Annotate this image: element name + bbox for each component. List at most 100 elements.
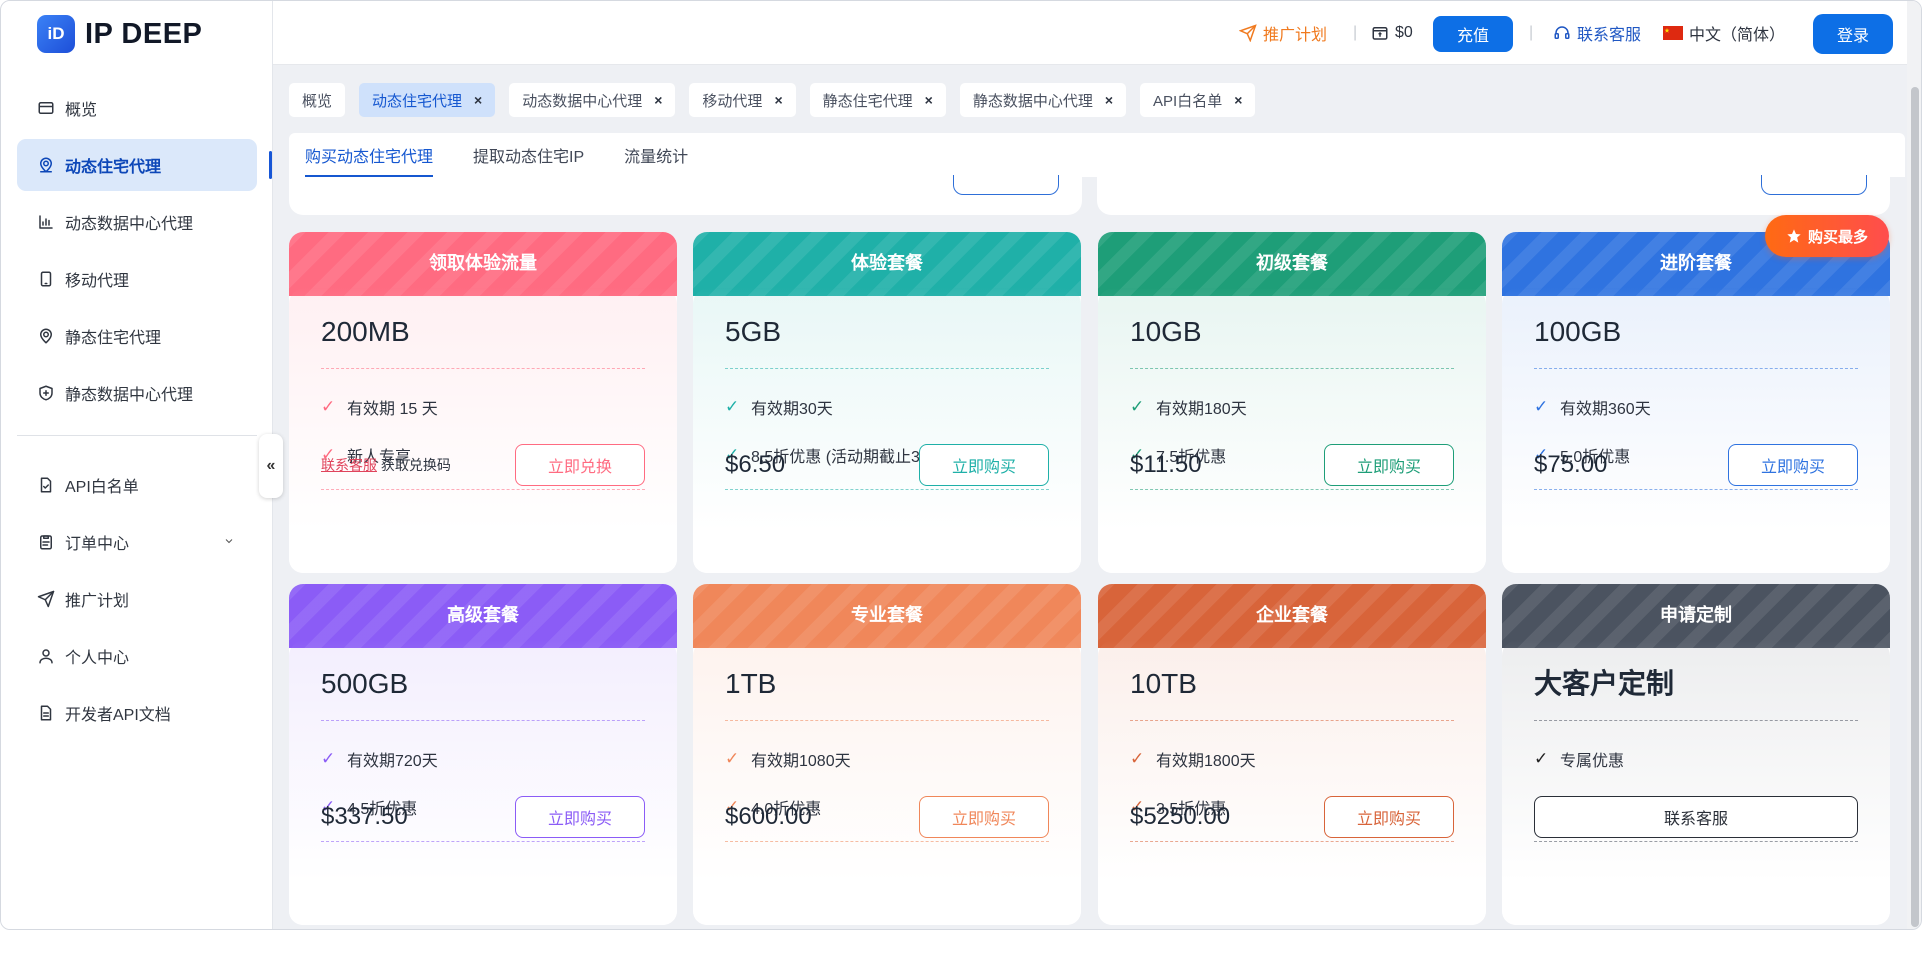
plan-footer: $337.50 立即购买	[321, 795, 645, 839]
plan-feature: ✓ 有效期720天	[321, 749, 645, 770]
peek-button-edge	[953, 175, 1059, 195]
close-icon[interactable]: ×	[474, 92, 482, 108]
divider	[725, 368, 1049, 369]
divider	[1534, 489, 1858, 490]
subtab-3[interactable]: 流量统计	[624, 133, 688, 177]
subtab-2[interactable]: 提取动态住宅IP	[473, 133, 584, 177]
sidebar-item-1[interactable]: 概览	[17, 82, 257, 134]
close-icon[interactable]: ×	[774, 92, 782, 108]
tab-3[interactable]: 动态数据中心代理 ×	[509, 83, 676, 117]
clipboard-icon	[37, 533, 55, 551]
tab-label: 移动代理	[702, 92, 763, 110]
sidebar-item-3[interactable]: 推广计划	[17, 573, 257, 625]
brand-name: IP DEEP	[85, 17, 203, 50]
shield-icon	[37, 384, 55, 402]
plan-price: $75.00	[1534, 451, 1608, 478]
support-link[interactable]: 联系客服	[1553, 1, 1641, 65]
plan-body: 10TB ✓ 有效期1800天 ✓ 3.5折优惠	[1098, 640, 1486, 925]
sidebar-item-3[interactable]: 动态数据中心代理	[17, 196, 257, 248]
sidebar-item-2[interactable]: 订单中心	[17, 516, 257, 568]
feature-text: 有效期180天	[1156, 401, 1247, 418]
recharge-button[interactable]: 充值	[1433, 16, 1513, 52]
plan-title: 领取体验流量	[289, 232, 677, 296]
divider	[725, 489, 1049, 490]
chevron-down-icon	[223, 534, 235, 552]
plan-footer: $5250.00 立即购买	[1130, 795, 1454, 839]
sidebar-item-5[interactable]: 开发者API文档	[17, 687, 257, 739]
close-icon[interactable]: ×	[925, 92, 933, 108]
feature-text: 有效期1080天	[751, 753, 851, 770]
close-icon[interactable]: ×	[1105, 92, 1113, 108]
plan-footer: $11.50 立即购买	[1130, 443, 1454, 487]
tab-7[interactable]: API白名单 ×	[1140, 83, 1256, 117]
balance-value: $0	[1395, 24, 1413, 41]
buy-button[interactable]: 立即购买	[1324, 444, 1454, 486]
buy-button[interactable]: 立即购买	[1324, 796, 1454, 838]
plan-footer: 联系客服 获取兑换码 立即兑换	[321, 443, 645, 487]
tab-2[interactable]: 动态住宅代理 ×	[359, 83, 496, 117]
sidebar-item-4[interactable]: 个人中心	[17, 630, 257, 682]
divider	[1130, 368, 1454, 369]
tab-4[interactable]: 移动代理 ×	[689, 83, 796, 117]
sidebar-item-5[interactable]: 静态住宅代理	[17, 310, 257, 362]
sidebar-item-6[interactable]: 静态数据中心代理	[17, 367, 257, 419]
sidebar-item-label: 动态住宅代理	[65, 159, 162, 176]
feature-text: 专属优惠	[1560, 753, 1625, 770]
contact-sales-button[interactable]: 联系客服	[1534, 796, 1858, 838]
separator: |	[1353, 24, 1358, 41]
tab-5[interactable]: 静态住宅代理 ×	[809, 83, 946, 117]
check-icon: ✓	[1130, 749, 1145, 768]
close-icon[interactable]: ×	[654, 92, 662, 108]
buy-button[interactable]: 立即兑换	[515, 444, 645, 486]
plan-title: 高级套餐	[289, 584, 677, 648]
plan-feature: ✓ 有效期360天	[1534, 397, 1858, 418]
login-button[interactable]: 登录	[1813, 14, 1893, 54]
wallet-icon	[1372, 27, 1388, 40]
buy-button[interactable]: 立即购买	[919, 796, 1049, 838]
buy-button[interactable]: 立即购买	[515, 796, 645, 838]
plan-price: $11.50	[1130, 451, 1202, 478]
language-select[interactable]: 中文（简体）	[1663, 1, 1785, 65]
buy-button[interactable]: 立即购买	[919, 444, 1049, 486]
sidebar-item-4[interactable]: 移动代理	[17, 253, 257, 305]
plan-body: 10GB ✓ 有效期180天 ✓ 7.5折优惠	[1098, 288, 1486, 573]
plan-amount: 1TB	[725, 668, 777, 699]
logo-icon: iD	[37, 15, 75, 53]
redeem-hint: 联系客服 获取兑换码	[321, 455, 451, 475]
plan-card: 高级套餐 500GB ✓ 有效期720天 ✓ 4.5折优惠 $337.50 立即购买	[289, 584, 677, 925]
plan-card: 体验套餐 5GB ✓ 有效期30天 ✓ 8.5折优惠 (活动期截止3.1日) $6.50 立即…	[693, 232, 1081, 573]
sidebar-item-label: 动态数据中心代理	[65, 216, 194, 233]
tab-1[interactable]: 概览	[289, 83, 346, 117]
sidebar-item-1[interactable]: API白名单	[17, 459, 257, 511]
buy-button[interactable]: 立即购买	[1728, 444, 1858, 486]
plan-feature: ✓ 有效期1080天	[725, 749, 1049, 770]
plan-footer: 联系客服	[1534, 795, 1858, 839]
promo-link[interactable]: 推广计划	[1239, 1, 1327, 65]
feature-text: 有效期30天	[751, 401, 833, 418]
sidebar-item-label: API白名单	[65, 479, 139, 496]
open-tabs: 概览 动态住宅代理 × 动态数据中心代理 × 移动代理 × 静态住宅代理 × 静态数据中心代理 × A…	[289, 83, 1256, 117]
sidebar-item-2[interactable]: 动态住宅代理	[17, 139, 257, 191]
logo[interactable]: iD IP DEEP	[37, 15, 202, 53]
plan-title: 企业套餐	[1098, 584, 1486, 648]
collapse-sidebar-button[interactable]: «	[259, 434, 283, 498]
pin-icon	[37, 327, 55, 345]
scrollbar-thumb[interactable]	[1911, 87, 1919, 927]
plan-footer: $600.00 立即购买	[725, 795, 1049, 839]
tab-6[interactable]: 静态数据中心代理 ×	[959, 83, 1127, 117]
mobile-icon	[37, 270, 55, 288]
divider	[321, 368, 645, 369]
chart-icon	[37, 213, 55, 231]
plan-amount: 200MB	[321, 316, 410, 347]
contact-support-link[interactable]: 联系客服	[321, 457, 377, 473]
plan-amount: 5GB	[725, 316, 782, 347]
sidebar-item-label: 移动代理	[65, 273, 130, 290]
divider	[1534, 720, 1858, 721]
divider	[725, 720, 1049, 721]
close-icon[interactable]: ×	[1234, 92, 1242, 108]
plan-amount: 大客户定制	[1534, 668, 1675, 699]
sidebar-item-label: 静态数据中心代理	[65, 387, 194, 404]
plan-card: 专业套餐 1TB ✓ 有效期1080天 ✓ 4.0折优惠 $600.00 立即购买	[693, 584, 1081, 925]
subtab-1[interactable]: 购买动态住宅代理	[305, 133, 434, 177]
plan-title: 专业套餐	[693, 584, 1081, 648]
